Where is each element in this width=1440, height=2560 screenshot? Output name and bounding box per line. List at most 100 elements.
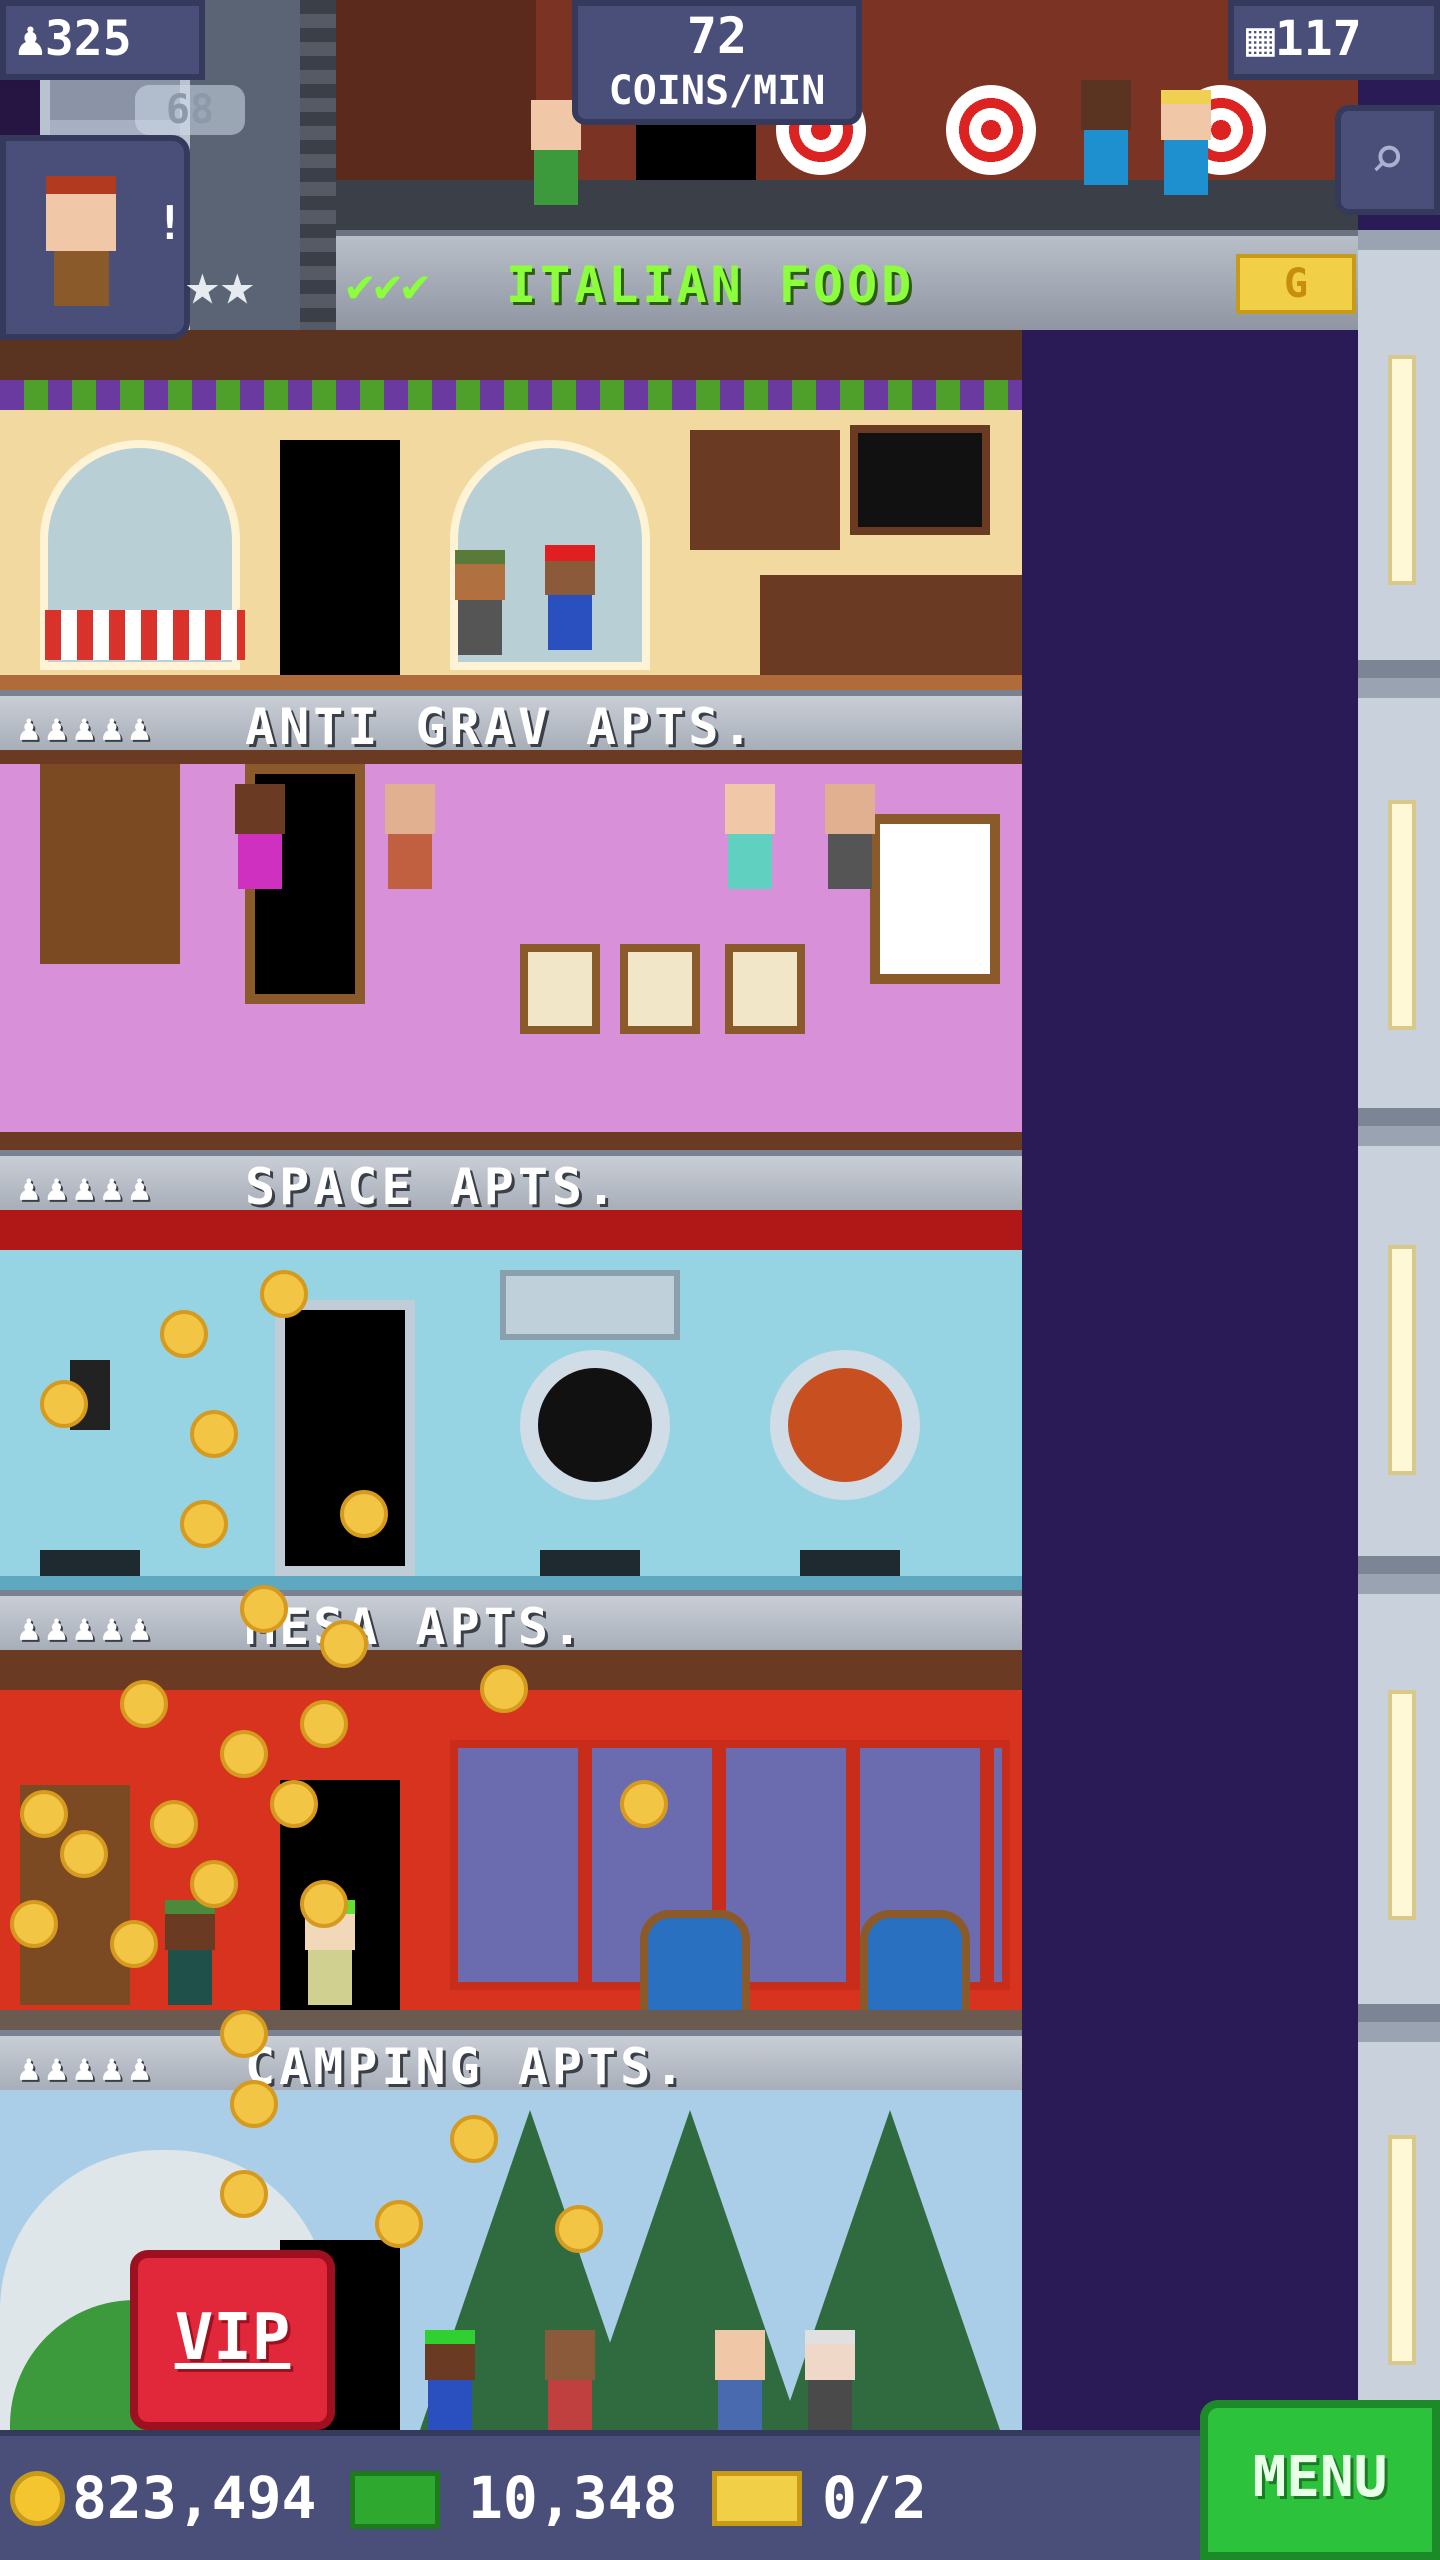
- ticket-count: 0/2: [822, 2464, 927, 2532]
- room-space-apts[interactable]: [0, 1210, 1022, 1590]
- bitizen[interactable]: [540, 545, 600, 655]
- coin-icon[interactable]: [240, 1585, 288, 1633]
- coin-icon[interactable]: [220, 1730, 268, 1778]
- bitizen[interactable]: [380, 784, 440, 894]
- coin-icon[interactable]: [220, 2170, 268, 2218]
- star-icon: ★: [219, 250, 255, 318]
- coin-icon[interactable]: [190, 1860, 238, 1908]
- bitizen[interactable]: [1156, 90, 1216, 200]
- floor-counter[interactable]: ▦117: [1228, 0, 1440, 80]
- floor-vent: [540, 1550, 640, 1576]
- star-rating: ★★: [185, 250, 255, 318]
- coin-icon[interactable]: [60, 1830, 108, 1878]
- floor-name: SPACE APTS.: [245, 1158, 621, 1216]
- floor-header-camping-apts[interactable]: ♟♟♟♟♟ CAMPING APTS.: [0, 2030, 1022, 2096]
- porthole-planet: [770, 1350, 920, 1500]
- avatar-head: [46, 176, 116, 251]
- floor-name: ITALIAN FOOD: [506, 256, 916, 314]
- bookcase: [40, 764, 180, 964]
- bitizen[interactable]: [160, 1900, 220, 2010]
- coin-icon[interactable]: [110, 1920, 158, 1968]
- bitizen-avatar-card[interactable]: !: [0, 135, 190, 340]
- coin-icon[interactable]: [180, 1500, 228, 1548]
- archery-target: [946, 85, 1036, 175]
- floor-name: ANTI GRAV APTS.: [245, 698, 757, 756]
- alert-icon: !: [156, 196, 184, 250]
- coin-icon[interactable]: [230, 2080, 278, 2128]
- floor-name: CAMPING APTS.: [245, 2038, 689, 2096]
- room-italian-food[interactable]: [0, 330, 1022, 690]
- magnifier-icon: ⌕: [1369, 123, 1406, 193]
- bitizen[interactable]: [1076, 80, 1136, 190]
- gold-ticket-badge[interactable]: G: [1236, 254, 1356, 314]
- coin-icon[interactable]: [190, 1410, 238, 1458]
- coin-icon[interactable]: [220, 2010, 268, 2058]
- coin-rate-value: 72: [686, 7, 748, 65]
- ticket-icon: [712, 2471, 802, 2526]
- building-icon: ▦: [1246, 11, 1275, 67]
- floor-line: [0, 675, 1022, 690]
- bitizen[interactable]: [420, 2330, 480, 2430]
- coin-icon[interactable]: [160, 1310, 208, 1358]
- bitizen[interactable]: [800, 2330, 860, 2430]
- resident-count-icons: ♟♟♟♟♟: [18, 2048, 157, 2089]
- window: [870, 814, 1000, 984]
- floor-header-space-apts[interactable]: ♟♟♟♟♟ SPACE APTS.: [0, 1150, 1022, 1216]
- wall-light: [1388, 2135, 1416, 2365]
- bitizen[interactable]: [540, 2330, 600, 2430]
- coin-icon[interactable]: [120, 1680, 168, 1728]
- bitizen[interactable]: [450, 550, 510, 660]
- weapon-rack: [336, 0, 536, 180]
- coin-rate-display: 72 COINS/MIN: [572, 0, 862, 125]
- search-button[interactable]: ⌕: [1335, 105, 1440, 215]
- menu-button[interactable]: MENU: [1200, 2400, 1440, 2560]
- resident-count-icons: ♟♟♟♟♟: [18, 1608, 157, 1649]
- wall-light: [1388, 1690, 1416, 1920]
- coin-icon[interactable]: [260, 1270, 308, 1318]
- armchair: [640, 1910, 750, 2010]
- bitizen[interactable]: [230, 784, 290, 894]
- floor-header-anti-grav-apts[interactable]: ♟♟♟♟♟ ANTI GRAV APTS.: [0, 690, 1022, 756]
- bitizen[interactable]: [820, 784, 880, 894]
- coin-icon[interactable]: [300, 1700, 348, 1748]
- bitizen[interactable]: [710, 2330, 770, 2430]
- floor-vent: [800, 1550, 900, 1576]
- coin-icon[interactable]: [320, 1620, 368, 1668]
- coin-icon[interactable]: [150, 1800, 198, 1848]
- coin-rate-unit: COINS/MIN: [608, 68, 826, 114]
- coin-icon[interactable]: [300, 1880, 348, 1928]
- coin-icon[interactable]: [620, 1780, 668, 1828]
- floor-count-value: 117: [1274, 11, 1362, 67]
- wall-light: [1388, 1245, 1416, 1475]
- coin-icon[interactable]: [340, 1490, 388, 1538]
- floor-name: MESA APTS.: [245, 1598, 587, 1656]
- wine-shelf: [690, 430, 840, 550]
- resident-count-icons: ♟♟♟♟♟: [18, 708, 157, 749]
- floor-header-mesa-apts[interactable]: ♟♟♟♟♟ MESA APTS.: [0, 1590, 1022, 1656]
- floor-vent: [40, 1550, 140, 1576]
- vip-button[interactable]: VIP: [130, 2250, 335, 2430]
- coin-icon[interactable]: [480, 1665, 528, 1713]
- coin-icon[interactable]: [10, 1900, 58, 1948]
- dining-table: [45, 610, 245, 660]
- population-counter[interactable]: ♟325: [0, 0, 205, 80]
- coin-icon[interactable]: [450, 2115, 498, 2163]
- coin-icon[interactable]: [270, 1780, 318, 1828]
- bar-counter: [760, 575, 1022, 690]
- floor-header-italian-food[interactable]: ✔✔✔ ITALIAN FOOD G: [336, 230, 1358, 330]
- bux-balance: 10,348: [468, 2464, 678, 2532]
- wall-light: [1388, 800, 1416, 1030]
- room-door: [280, 440, 400, 680]
- wall-light: [1388, 355, 1416, 585]
- menu-board: [850, 425, 990, 535]
- bux-icon: [350, 2471, 440, 2529]
- elevator-floor-number: 68: [135, 85, 245, 135]
- stock-checkmarks: ✔✔✔: [346, 258, 430, 312]
- room-anti-grav-apts[interactable]: [0, 750, 1022, 1150]
- bitizen[interactable]: [720, 784, 780, 894]
- coin-icon[interactable]: [375, 2200, 423, 2248]
- coin-icon[interactable]: [20, 1790, 68, 1838]
- coin-icon[interactable]: [40, 1380, 88, 1428]
- coin-icon[interactable]: [555, 2205, 603, 2253]
- star-icon: ★: [185, 250, 220, 318]
